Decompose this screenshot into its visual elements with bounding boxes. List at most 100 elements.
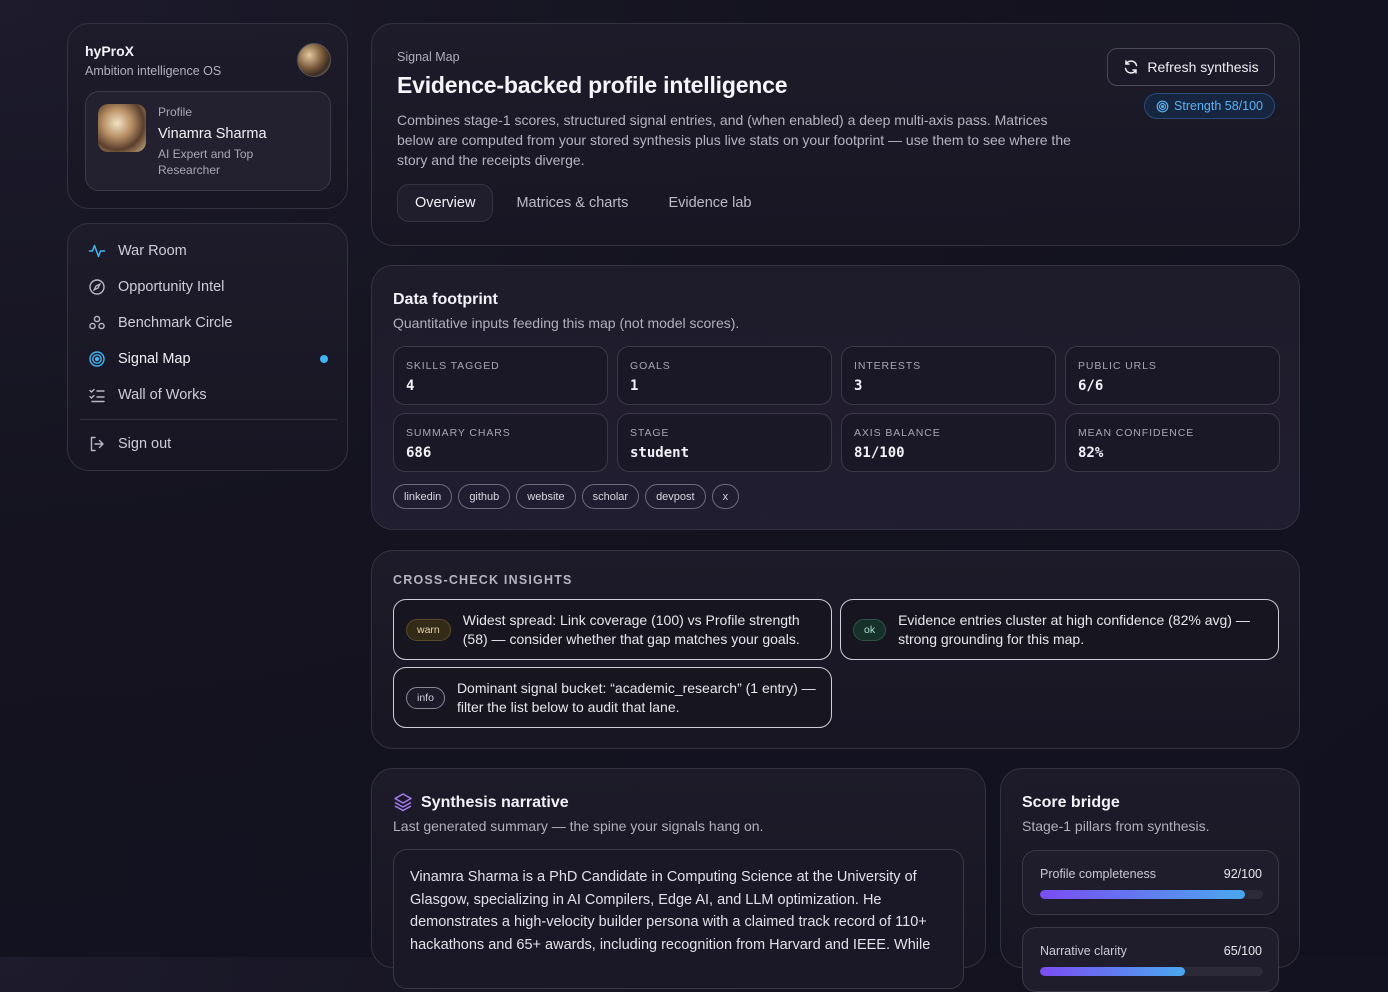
- insight-text: Evidence entries cluster at high confide…: [898, 611, 1250, 647]
- stat-label: Mean confidence: [1078, 427, 1195, 439]
- stat-value: 1: [630, 378, 639, 394]
- sidebar-item-label: Benchmark Circle: [118, 315, 233, 331]
- pillar-progress-track: [1040, 967, 1263, 976]
- insight-tag: warn: [406, 618, 451, 641]
- list-checks-icon: [88, 386, 106, 404]
- sidebar-nav: War Room Opportunity Intel Benchmark Cir…: [67, 223, 348, 471]
- sidebar-item-opportunity-intel[interactable]: Opportunity Intel: [80, 271, 337, 303]
- stat-label: Skills tagged: [406, 360, 500, 372]
- radar-icon: [88, 350, 106, 368]
- refresh-icon: [1125, 60, 1138, 74]
- tab-matrices-charts[interactable]: Matrices & charts: [499, 184, 645, 222]
- stat-tile: Skills tagged 4: [393, 346, 608, 405]
- refresh-label: Refresh synthesis: [1147, 59, 1259, 75]
- insight-warn: warn Widest spread: Link coverage (100) …: [393, 599, 832, 660]
- profile-kicker: Profile: [158, 105, 193, 119]
- tab-evidence-lab[interactable]: Evidence lab: [651, 184, 768, 222]
- page-title: Evidence-backed profile intelligence: [397, 72, 788, 98]
- chip-x[interactable]: x: [711, 484, 740, 509]
- chip-scholar[interactable]: scholar: [581, 484, 640, 509]
- section-title: Data footprint: [393, 291, 498, 308]
- sidebar-item-wall-of-works[interactable]: Wall of Works: [80, 379, 337, 411]
- profile-name: Vinamra Sharma: [158, 126, 267, 142]
- brand-tagline: Ambition intelligence OS: [85, 64, 222, 78]
- stat-label: Summary chars: [406, 427, 511, 439]
- insight-text: Widest spread: Link coverage (100) vs Pr…: [462, 611, 800, 647]
- sidebar-item-label: Opportunity Intel: [118, 279, 225, 295]
- users-icon: [88, 314, 106, 332]
- section-title: CROSS-CHECK INSIGHTS: [393, 573, 573, 587]
- score-bridge-card: Score bridge Stage-1 pillars from synthe…: [1000, 768, 1300, 992]
- score-pillar: Profile completeness 92/100: [1022, 850, 1279, 915]
- insight-tag: ok: [853, 618, 887, 641]
- sidebar-item-label: Signal Map: [118, 351, 191, 367]
- chip-devpost[interactable]: devpost: [645, 484, 706, 509]
- pillar-progress-fill: [1040, 890, 1246, 899]
- pillar-value: 92/100: [1223, 867, 1262, 881]
- strength-badge: Strength 58/100: [1144, 93, 1275, 119]
- chip-linkedin[interactable]: linkedin: [393, 484, 453, 509]
- sidebar-item-benchmark-circle[interactable]: Benchmark Circle: [80, 307, 337, 339]
- nav-divider: [80, 419, 337, 420]
- section-subtitle: Stage-1 pillars from synthesis.: [1022, 818, 1210, 834]
- insight-info: info Dominant signal bucket: “academic_r…: [393, 667, 832, 728]
- chip-website[interactable]: website: [516, 484, 576, 509]
- data-footprint-card: Data footprint Quantitative inputs feedi…: [371, 265, 1300, 530]
- stat-label: Public URLs: [1078, 360, 1157, 372]
- tab-overview[interactable]: Overview: [397, 184, 494, 222]
- page-kicker: Signal Map: [397, 50, 460, 64]
- stat-value: student: [630, 445, 690, 461]
- pillar-progress-track: [1040, 890, 1263, 899]
- view-tabs: Overview Matrices & charts Evidence lab: [397, 184, 768, 222]
- stat-value: 4: [406, 378, 415, 394]
- sign-out-button[interactable]: Sign out: [80, 428, 337, 460]
- layers-icon: [394, 793, 412, 812]
- sidebar-item-label: Wall of Works: [118, 387, 207, 403]
- insight-text: Dominant signal bucket: “academic_resear…: [456, 679, 816, 715]
- user-avatar[interactable]: [297, 43, 331, 77]
- section-title: Score bridge: [1022, 794, 1120, 811]
- section-title: Synthesis narrative: [421, 794, 569, 811]
- active-indicator: [320, 355, 328, 363]
- stat-value: 81/100: [854, 445, 905, 461]
- refresh-synthesis-button[interactable]: Refresh synthesis: [1107, 48, 1275, 86]
- profile-photo: [98, 104, 146, 152]
- sidebar-item-war-room[interactable]: War Room: [80, 235, 337, 267]
- url-chips: linkedin github website scholar devpost …: [393, 484, 740, 509]
- stat-tile: Mean confidence 82%: [1065, 413, 1280, 472]
- pillar-label: Narrative clarity: [1040, 944, 1127, 958]
- chip-github[interactable]: github: [458, 484, 511, 509]
- page-description: Combines stage-1 scores, structured sign…: [397, 112, 1071, 168]
- brand-card: hyProX Ambition intelligence OS Profile …: [67, 23, 348, 209]
- stat-label: Axis balance: [854, 427, 941, 439]
- activity-icon: [88, 242, 106, 260]
- sidebar-item-label: War Room: [118, 243, 187, 259]
- stat-value: 3: [854, 378, 863, 394]
- stat-value: 686: [406, 445, 432, 461]
- insight-ok: ok Evidence entries cluster at high conf…: [840, 599, 1279, 660]
- stat-label: Goals: [630, 360, 671, 372]
- radar-icon: [1156, 100, 1169, 112]
- pillar-label: Profile completeness: [1040, 867, 1157, 881]
- cross-check-insights-card: CROSS-CHECK INSIGHTS warn Widest spread:…: [371, 550, 1300, 749]
- pillar-progress-fill: [1040, 967, 1185, 976]
- stat-tile: Public URLs 6/6: [1065, 346, 1280, 405]
- synthesis-narrative-card: Synthesis narrative Last generated summa…: [371, 768, 986, 989]
- profile-card[interactable]: Profile Vinamra Sharma AI Expert and Top…: [85, 91, 331, 191]
- insight-tag: info: [406, 686, 445, 709]
- pillar-value: 65/100: [1223, 944, 1262, 958]
- page-header: Signal Map Evidence-backed profile intel…: [371, 23, 1300, 246]
- compass-icon: [88, 278, 106, 296]
- section-subtitle: Quantitative inputs feeding this map (no…: [393, 315, 740, 331]
- profile-role: AI Expert and Top Researcher: [158, 147, 254, 177]
- score-pillar: Narrative clarity 65/100: [1022, 927, 1279, 992]
- stat-value: 6/6: [1078, 378, 1104, 394]
- stat-tile: Goals 1: [617, 346, 832, 405]
- logout-icon: [88, 435, 106, 453]
- stat-tile: Axis balance 81/100: [841, 413, 1056, 472]
- strength-label: Strength 58/100: [1174, 99, 1263, 113]
- synthesis-body: Vinamra Sharma is a PhD Candidate in Com…: [393, 849, 964, 989]
- brand-name: hyProX: [85, 43, 135, 59]
- sidebar-item-signal-map[interactable]: Signal Map: [80, 343, 337, 375]
- stat-label: Interests: [854, 360, 922, 372]
